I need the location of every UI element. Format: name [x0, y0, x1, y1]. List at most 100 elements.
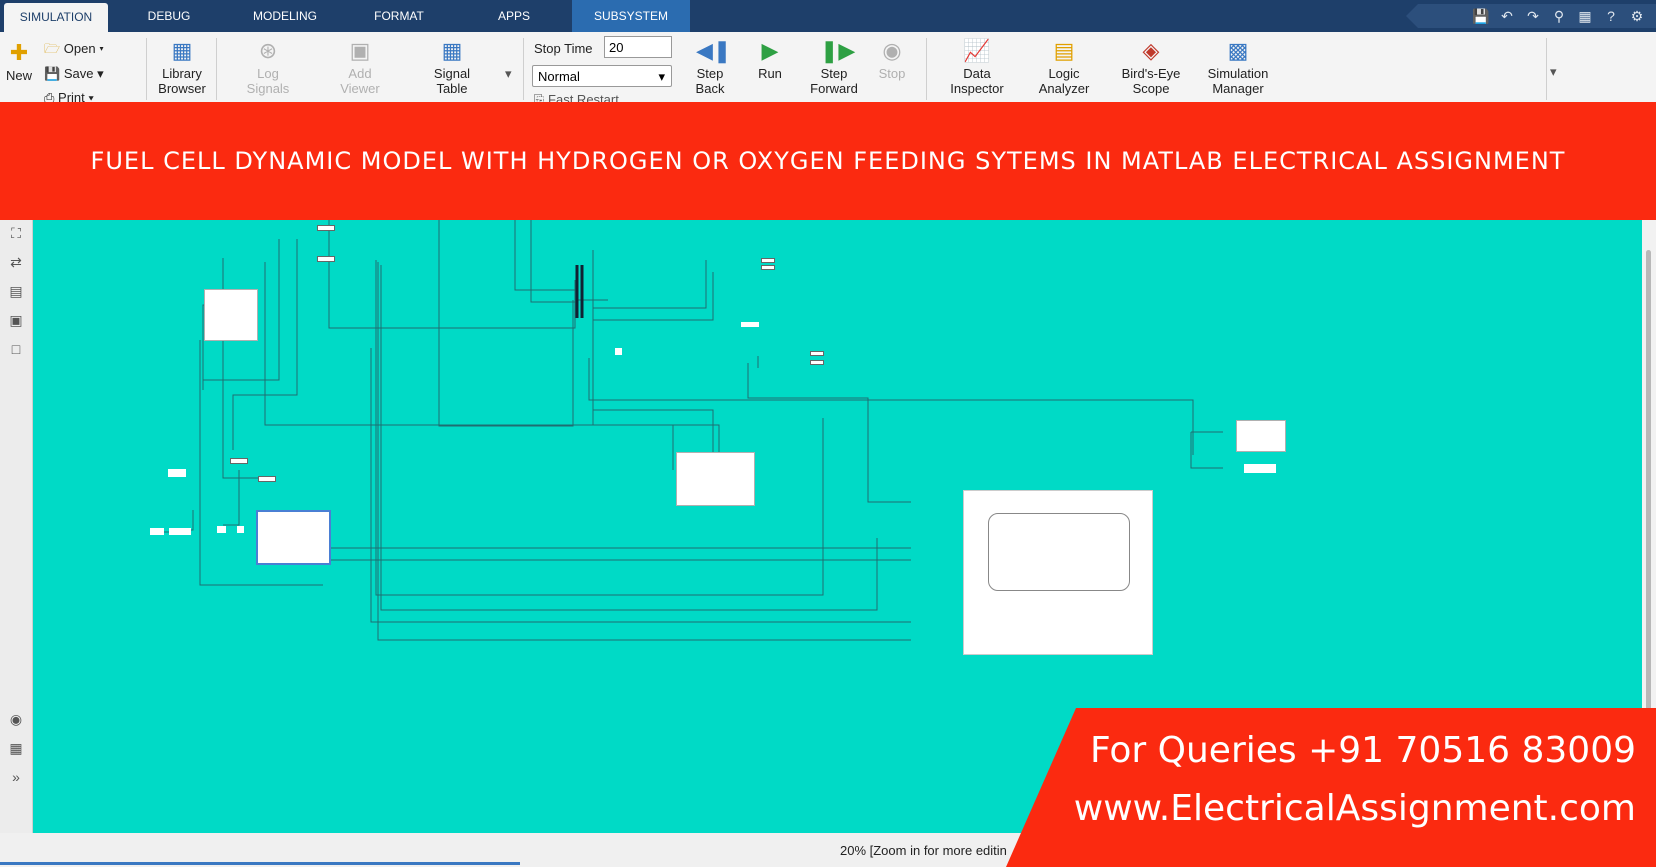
- area-icon[interactable]: □: [7, 340, 25, 358]
- birds-eye-scope-button[interactable]: ◈ Bird's-Eye Scope: [1116, 38, 1186, 96]
- zoom-status: 20% [Zoom in for more editin: [840, 843, 1007, 858]
- play-icon: ▶: [761, 38, 779, 63]
- library-browser-label: Library Browser: [158, 66, 206, 96]
- port-block[interactable]: [810, 351, 824, 356]
- port-block[interactable]: [810, 360, 824, 365]
- step-back-icon: ◀❚: [696, 38, 732, 63]
- tab-strip: SIMULATION DEBUG MODELING FORMAT APPS SU…: [0, 0, 1656, 55]
- arrows-icon[interactable]: ⇄: [7, 253, 25, 271]
- step-forward-label: Step Forward: [810, 66, 858, 96]
- logic-analyzer-button[interactable]: ▤ Logic Analyzer: [1028, 38, 1100, 96]
- data-inspector-button[interactable]: 📈 Data Inspector: [944, 38, 1010, 96]
- tab-modeling[interactable]: MODELING: [236, 0, 334, 32]
- log-signals-button[interactable]: ⊛ Log Signals: [240, 38, 296, 96]
- step-forward-button[interactable]: ❚▶ Step Forward: [808, 38, 860, 96]
- port-block[interactable]: [317, 256, 335, 262]
- run-label: Run: [758, 66, 782, 81]
- search-icon[interactable]: ⚲: [1550, 7, 1568, 25]
- port-block[interactable]: [217, 526, 226, 533]
- stop-icon: ◉: [882, 38, 902, 63]
- tab-apps[interactable]: APPS: [465, 0, 563, 32]
- new-button[interactable]: ✚ New: [4, 40, 34, 83]
- port-block[interactable]: [237, 526, 244, 533]
- tab-format[interactable]: FORMAT: [350, 0, 448, 32]
- quick-access-toolbar: 💾 ↶ ↷ ⚲ ▦ ? ⚙: [1472, 6, 1646, 26]
- toolstrip: ✚ New 🗁 Open ▾ 💾 Save ▾ ⎙ Print ▾ ▦ Libr…: [0, 32, 1656, 103]
- camera-icon[interactable]: ◉: [7, 710, 25, 728]
- port-block[interactable]: [258, 476, 276, 482]
- table-icon: ▦: [441, 38, 463, 63]
- canvas-palette: ⛶ ⇄ ▤ ▣ □ ◉ ▦ »: [0, 220, 33, 833]
- folder-icon: 🗁: [44, 41, 61, 56]
- birds-eye-label: Bird's-Eye Scope: [1121, 66, 1181, 96]
- simulation-mode-select[interactable]: Normal ▾: [532, 65, 672, 87]
- port-block[interactable]: [761, 258, 775, 263]
- constant-block[interactable]: [168, 469, 186, 477]
- save-icon[interactable]: 💾: [1472, 7, 1490, 25]
- save-button[interactable]: 💾 Save ▾: [44, 66, 104, 82]
- new-label: New: [5, 68, 32, 83]
- toolstrip-expand-icon[interactable]: ▾: [1550, 64, 1557, 80]
- gallery-expand-icon[interactable]: ▾: [505, 66, 512, 82]
- scope-block[interactable]: [963, 490, 1153, 655]
- stop-time-input[interactable]: 20: [604, 36, 672, 58]
- stop-time-label: Stop Time: [534, 41, 593, 56]
- disk-icon: 💾: [44, 66, 61, 81]
- library-browser-button[interactable]: ▦ Library Browser: [152, 38, 212, 96]
- save-label: Save: [63, 66, 94, 81]
- tab-simulation[interactable]: SIMULATION: [4, 3, 108, 32]
- add-viewer-button[interactable]: ▣ Add Viewer: [332, 38, 388, 96]
- logic-analyzer-icon: ▤: [1053, 38, 1075, 63]
- expand-icon[interactable]: »: [7, 768, 25, 786]
- stop-label: Stop: [878, 66, 906, 81]
- contact-badge: For Queries +91 70516 83009 www.Electric…: [1006, 708, 1656, 867]
- tab-subsystem-block[interactable]: SUBSYSTEM BLOCK: [572, 0, 690, 55]
- run-button[interactable]: ▶ Run: [752, 38, 788, 81]
- port-block[interactable]: [230, 458, 248, 464]
- scrollbar-thumb[interactable]: [1646, 250, 1651, 710]
- contact-phone: For Queries +91 70516 83009: [1089, 730, 1636, 771]
- simulation-manager-label: Simulation Manager: [1207, 66, 1269, 96]
- layout-icon[interactable]: ▦: [1576, 7, 1594, 25]
- plus-icon: ✚: [9, 40, 29, 65]
- data-inspector-label: Data Inspector: [950, 66, 1004, 96]
- port-block[interactable]: [615, 348, 622, 355]
- step-back-label: Step Back: [695, 66, 725, 96]
- title-banner: FUEL CELL DYNAMIC MODEL WITH HYDROGEN OR…: [0, 102, 1656, 220]
- image-icon[interactable]: ▣: [7, 311, 25, 329]
- simulation-manager-icon: ▩: [1227, 38, 1249, 63]
- data-inspector-icon: 📈: [963, 38, 991, 63]
- open-button[interactable]: 🗁 Open ▾: [44, 40, 104, 62]
- birds-eye-icon: ◈: [1142, 38, 1160, 63]
- port-block[interactable]: [317, 225, 335, 231]
- property-inspector-icon[interactable]: ▦: [7, 739, 25, 757]
- fit-to-view-icon[interactable]: ⛶: [7, 224, 25, 242]
- port-block[interactable]: [741, 322, 759, 327]
- open-label: Open: [63, 41, 96, 56]
- signal-table-label: Signal Table: [433, 66, 471, 96]
- simulation-manager-button[interactable]: ▩ Simulation Manager: [1200, 38, 1276, 96]
- port-block[interactable]: [150, 528, 164, 535]
- signal-table-button[interactable]: ▦ Signal Table: [424, 38, 480, 96]
- simulation-mode-value: Normal: [538, 69, 580, 84]
- annotation-icon[interactable]: ▤: [7, 282, 25, 300]
- selected-subsystem-block[interactable]: [256, 510, 331, 565]
- log-signals-label: Log Signals: [246, 66, 290, 96]
- contact-website: www.ElectricalAssignment.com: [1073, 788, 1636, 829]
- port-block[interactable]: [169, 528, 191, 535]
- undo-icon[interactable]: ↶: [1498, 7, 1516, 25]
- subsystem-block[interactable]: [204, 289, 258, 341]
- help-icon[interactable]: ?: [1602, 7, 1620, 25]
- tab-debug[interactable]: DEBUG: [120, 0, 218, 32]
- settings-icon[interactable]: ⚙: [1628, 7, 1646, 25]
- subsystem-block[interactable]: [676, 452, 755, 506]
- port-block[interactable]: [761, 265, 775, 270]
- display-block[interactable]: [1244, 464, 1276, 473]
- chevron-down-icon: ▾: [658, 69, 665, 84]
- step-back-button[interactable]: ◀❚ Step Back: [690, 38, 732, 96]
- redo-icon[interactable]: ↷: [1524, 7, 1542, 25]
- subsystem-block[interactable]: [1236, 420, 1286, 452]
- scope-display: [988, 513, 1130, 591]
- stop-button[interactable]: ◉ Stop: [874, 38, 910, 81]
- step-forward-icon: ❚▶: [820, 38, 856, 63]
